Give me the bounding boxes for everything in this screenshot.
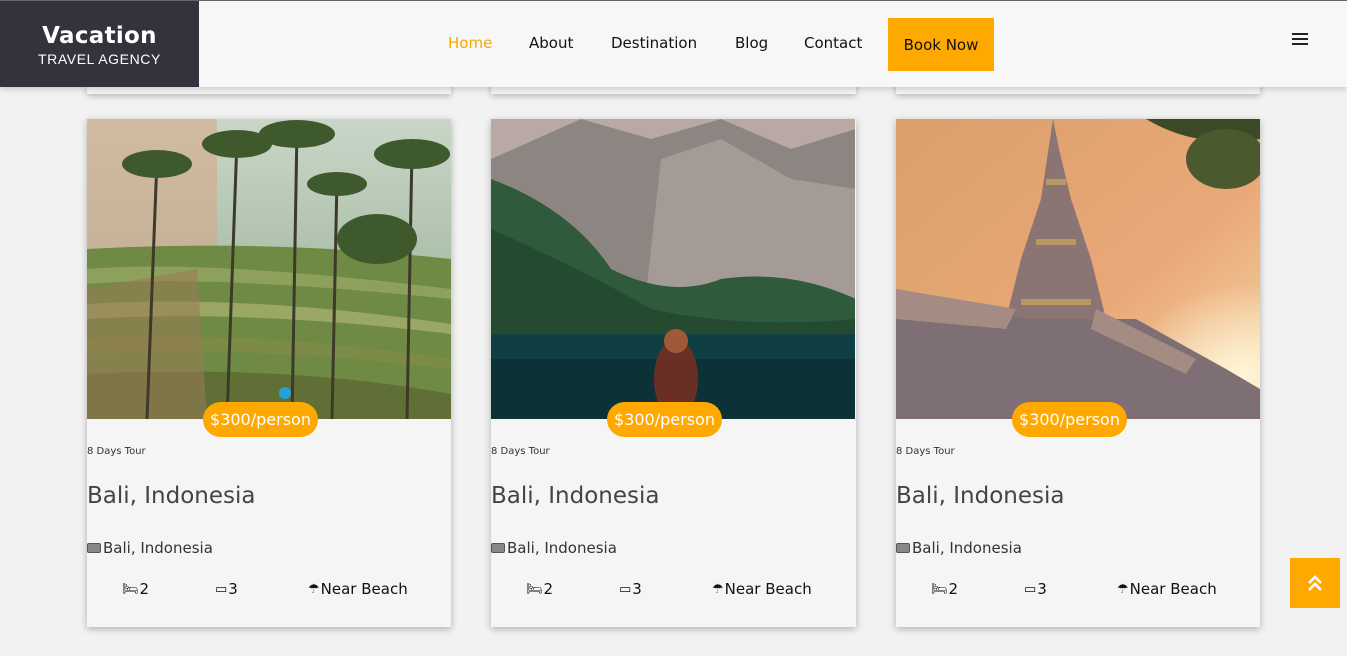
tour-card[interactable]: $300/person 8 Days Tour Bali, Indonesia … — [87, 119, 451, 627]
card-title[interactable]: Bali, Indonesia — [896, 483, 1065, 509]
beds-feature: 🛏 2 — [122, 580, 149, 598]
bed-icon: 🛏 — [122, 581, 139, 597]
card-title[interactable]: Bali, Indonesia — [491, 483, 660, 509]
price-badge: $300/person — [203, 402, 318, 437]
beds-feature: 🛏 2 — [931, 580, 958, 598]
map-icon — [896, 543, 910, 553]
book-now-button[interactable]: Book Now — [888, 18, 994, 71]
beach-umbrella-icon: ☂ — [308, 581, 320, 597]
location-text: Bali, Indonesia — [507, 539, 617, 557]
mountain-lake-photo — [491, 119, 855, 419]
baths-feature: ▭ 3 — [619, 580, 642, 598]
price-badge: $300/person — [607, 402, 722, 437]
hamburger-icon[interactable] — [1292, 33, 1308, 45]
baths-count: 3 — [1037, 580, 1047, 598]
price-badge: $300/person — [1012, 402, 1127, 437]
beds-feature: 🛏 2 — [526, 580, 553, 598]
bath-icon: ▭ — [619, 581, 632, 597]
location-text: Bali, Indonesia — [912, 539, 1022, 557]
beach-umbrella-icon: ☂ — [712, 581, 724, 597]
bath-icon: ▭ — [1024, 581, 1037, 597]
card-location: Bali, Indonesia — [896, 539, 1022, 557]
nav-about[interactable]: About — [529, 34, 573, 52]
nav-blog[interactable]: Blog — [735, 34, 768, 52]
main-nav: Home About Destination Blog Contact Book… — [0, 1, 1347, 87]
nav-home[interactable]: Home — [448, 34, 492, 52]
baths-count: 3 — [632, 580, 642, 598]
beach-umbrella-icon: ☂ — [1117, 581, 1129, 597]
beach-text: Near Beach — [724, 580, 812, 598]
beds-count: 2 — [543, 580, 554, 598]
rice-terraces-photo — [87, 119, 451, 419]
card-location: Bali, Indonesia — [87, 539, 213, 557]
temple-sunset-photo — [896, 119, 1260, 419]
double-chevron-up-icon — [1308, 575, 1322, 591]
bath-icon: ▭ — [215, 581, 228, 597]
beach-text: Near Beach — [320, 580, 408, 598]
card-location: Bali, Indonesia — [491, 539, 617, 557]
baths-feature: ▭ 3 — [215, 580, 238, 598]
map-icon — [491, 543, 505, 553]
tour-duration: 8 Days Tour — [896, 446, 955, 457]
location-text: Bali, Indonesia — [103, 539, 213, 557]
site-header: Vacation TRAVEL AGENCY Home About Destin… — [0, 0, 1347, 87]
beds-count: 2 — [948, 580, 959, 598]
scroll-to-top-button[interactable] — [1290, 558, 1340, 608]
baths-count: 3 — [228, 580, 238, 598]
tour-card[interactable]: $300/person 8 Days Tour Bali, Indonesia … — [896, 119, 1260, 627]
tour-duration: 8 Days Tour — [491, 446, 550, 457]
bed-icon: 🛏 — [931, 581, 948, 597]
nav-destination[interactable]: Destination — [611, 34, 697, 52]
beach-feature: ☂ Near Beach — [308, 580, 408, 598]
nav-contact[interactable]: Contact — [804, 34, 862, 52]
card-title[interactable]: Bali, Indonesia — [87, 483, 256, 509]
map-icon — [87, 543, 101, 553]
beds-count: 2 — [139, 580, 150, 598]
bed-icon: 🛏 — [526, 581, 543, 597]
tour-card[interactable]: $300/person 8 Days Tour Bali, Indonesia … — [491, 119, 856, 627]
beach-text: Near Beach — [1129, 580, 1217, 598]
baths-feature: ▭ 3 — [1024, 580, 1047, 598]
tour-duration: 8 Days Tour — [87, 446, 146, 457]
beach-feature: ☂ Near Beach — [1117, 580, 1217, 598]
beach-feature: ☂ Near Beach — [712, 580, 812, 598]
